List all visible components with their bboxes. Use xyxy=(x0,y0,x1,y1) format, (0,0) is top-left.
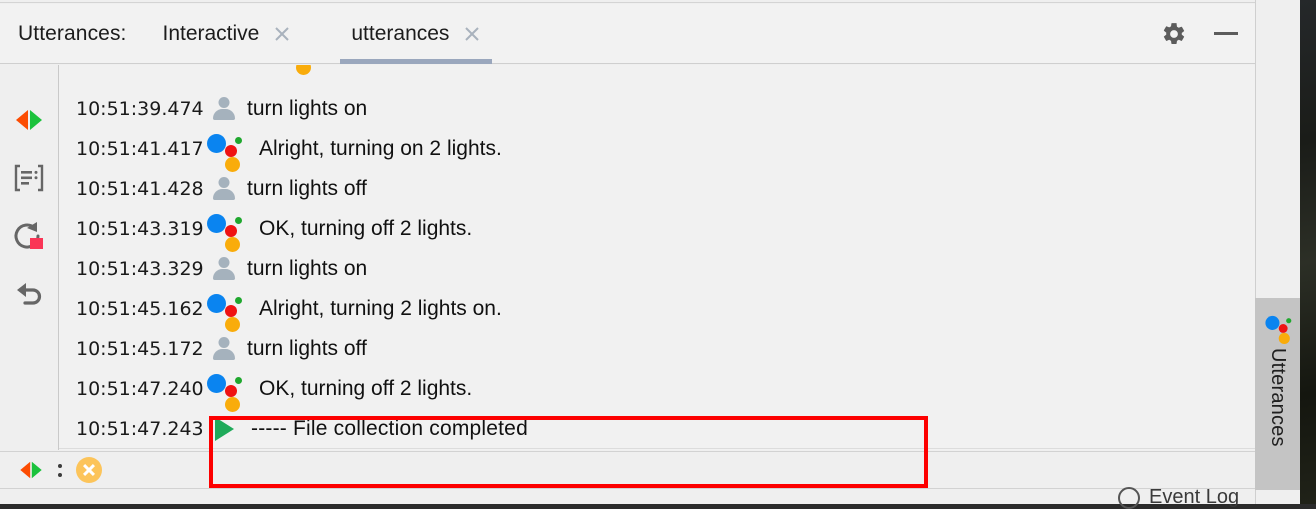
log-timestamp: 10:51:43.329 xyxy=(76,258,204,280)
rerun-stop-icon[interactable] xyxy=(12,219,46,253)
step-over-icon[interactable] xyxy=(12,103,46,137)
log-timestamp: 10:51:39.474 xyxy=(76,98,204,120)
assistant-icon xyxy=(201,132,247,172)
table-row[interactable]: 10:51:39.474 turn lights on xyxy=(59,89,1255,129)
table-row[interactable]: 10:51:41.428 turn lights off xyxy=(59,169,1255,209)
table-row[interactable]: 10:51:45.172 turn lights off xyxy=(59,329,1255,369)
status-bar xyxy=(0,451,1255,489)
close-icon[interactable] xyxy=(463,25,481,43)
log-timestamp: 10:51:45.172 xyxy=(76,338,204,360)
left-toolbar xyxy=(0,65,58,450)
assistant-icon xyxy=(201,292,247,332)
log-message: turn lights off xyxy=(247,337,367,360)
assistant-icon xyxy=(201,212,247,252)
log-message: Alright, turning 2 lights on. xyxy=(259,297,502,320)
table-row-file-collection[interactable]: 10:51:47.243 ----- File collection compl… xyxy=(59,409,1255,449)
table-row[interactable]: 10:51:41.417 Alright, turning on 2 light… xyxy=(59,129,1255,172)
tab-utterances[interactable]: utterances xyxy=(337,4,495,64)
bottom-bar xyxy=(0,490,1300,504)
user-icon xyxy=(201,336,247,362)
log-message: OK, turning off 2 lights. xyxy=(259,217,473,240)
sidebar-item-label: Utterances xyxy=(1267,348,1289,447)
minimize-icon[interactable] xyxy=(1211,19,1241,49)
tab-interactive-label: Interactive xyxy=(162,21,260,45)
tab-bar: Utterances: Interactive utterances xyxy=(0,4,1255,64)
log-timestamp: 10:51:41.417 xyxy=(76,138,204,160)
desktop-background-strip xyxy=(1300,0,1316,504)
gear-icon[interactable] xyxy=(1159,19,1189,49)
table-row-output-file[interactable]: /Users/git/gh-sample/build/tmp/utterance… xyxy=(59,449,1255,450)
log-output-panel[interactable]: 10:51:39.474 turn lights on 10:51:41.417… xyxy=(58,65,1255,450)
assistant-icon xyxy=(1264,314,1291,345)
log-timestamp: 10:51:47.243 xyxy=(76,418,204,440)
log-timestamp: 10:51:45.162 xyxy=(76,298,204,320)
user-icon xyxy=(201,176,247,202)
log-message: turn lights off xyxy=(247,177,367,200)
event-log-button[interactable]: Event Log xyxy=(1118,486,1239,509)
log-timestamp: 10:51:41.428 xyxy=(76,178,204,200)
undo-icon[interactable] xyxy=(12,277,46,311)
log-timestamp: 10:51:43.319 xyxy=(76,218,204,240)
log-rows: 10:51:39.474 turn lights on 10:51:41.417… xyxy=(59,65,1255,450)
log-message: Alright, turning on 2 lights. xyxy=(259,137,502,160)
log-message: OK, turning off 2 lights. xyxy=(259,377,473,400)
tool-window-title: Utterances: xyxy=(18,21,127,45)
tab-bar-actions xyxy=(1159,19,1255,49)
user-icon xyxy=(201,256,247,282)
play-icon xyxy=(201,417,247,441)
sidebar-item-utterances[interactable]: Utterances xyxy=(1255,298,1300,490)
table-row[interactable]: 10:51:43.319 OK, turning off 2 lights. xyxy=(59,209,1255,252)
tab-utterances-label: utterances xyxy=(351,21,450,45)
user-icon xyxy=(201,96,247,122)
log-message: ----- File collection completed xyxy=(251,417,528,440)
circle-icon xyxy=(1118,486,1140,509)
utterances-tool-window: Utterances: Interactive utterances 10:51… xyxy=(0,0,1316,509)
soft-wrap-icon[interactable] xyxy=(12,161,46,195)
table-row[interactable]: 10:51:45.162 Alright, turning 2 lights o… xyxy=(59,289,1255,332)
close-icon[interactable] xyxy=(273,25,291,43)
log-timestamp: 10:51:47.240 xyxy=(76,378,204,400)
assistant-icon xyxy=(201,372,247,412)
log-message: turn lights on xyxy=(247,257,368,280)
log-row-spacer xyxy=(59,65,1255,89)
colon-icon xyxy=(58,459,64,481)
table-row[interactable]: 10:51:47.240 OK, turning off 2 lights. xyxy=(59,369,1255,412)
tab-interactive[interactable]: Interactive xyxy=(148,4,305,64)
error-circle-icon[interactable] xyxy=(76,457,102,483)
log-message: turn lights on xyxy=(247,97,368,120)
table-row[interactable]: 10:51:43.329 turn lights on xyxy=(59,249,1255,289)
step-icon[interactable] xyxy=(16,455,46,485)
event-log-label: Event Log xyxy=(1149,486,1240,508)
